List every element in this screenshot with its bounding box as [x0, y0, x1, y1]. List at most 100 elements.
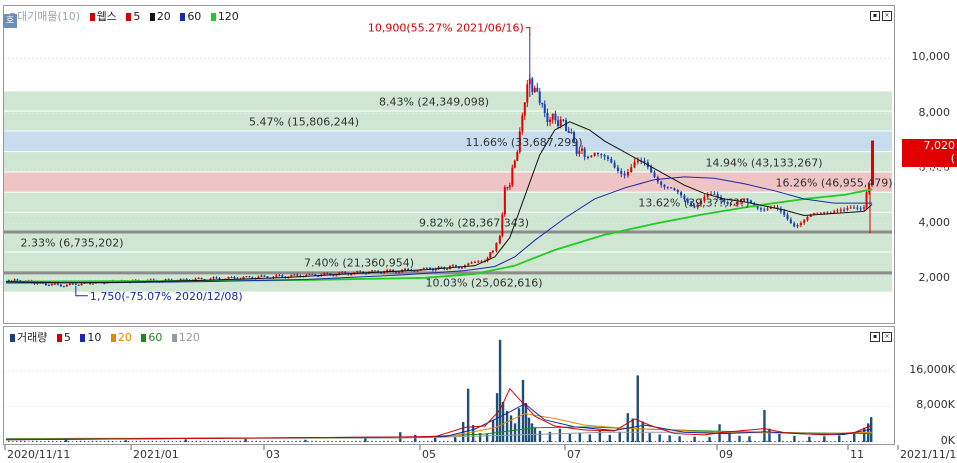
volume-bar [742, 441, 744, 442]
candle [59, 284, 62, 287]
candle [680, 192, 683, 196]
volume-bar [423, 441, 425, 442]
volume-bar [694, 440, 696, 442]
price-axis-label: 4,000 [918, 215, 951, 229]
candle [863, 207, 866, 209]
legend-ma20[interactable]: 20 [149, 10, 174, 23]
volume-bar [466, 388, 470, 442]
volume-bar [111, 440, 114, 442]
legend-ma120[interactable]: 120 [210, 10, 242, 23]
candle [567, 130, 570, 133]
close-pane-button[interactable]: × [882, 11, 892, 21]
volume-bar [474, 440, 477, 442]
legend-vol-ma120[interactable]: 120 [171, 331, 203, 344]
candle [513, 160, 516, 168]
candle [865, 192, 868, 208]
volume-bar [450, 441, 453, 442]
candle [68, 283, 71, 286]
candle [416, 270, 419, 272]
volume-bar [491, 419, 495, 442]
legend-supply-zones[interactable]: 대기매물(10) [10, 10, 83, 23]
volume-bar [191, 441, 194, 442]
minimize-volume-pane-button[interactable]: ▪ [870, 332, 880, 342]
candle [489, 252, 492, 258]
close-volume-pane-button[interactable]: × [882, 332, 892, 342]
volume-bar [403, 440, 405, 442]
supply-band-label: 9.82% (28,367,343) [419, 217, 529, 230]
volume-bar [343, 440, 345, 442]
legend-ma60[interactable]: 60 [180, 10, 204, 23]
candle [623, 173, 626, 176]
candle [663, 184, 666, 187]
volume-bar [187, 441, 190, 442]
volume-bar [630, 440, 633, 442]
volume-bar [514, 440, 517, 442]
volume-bar [427, 440, 429, 442]
candle [823, 212, 826, 214]
volume-bar [622, 440, 625, 442]
volume-bar [470, 440, 473, 442]
supply-band-label: 10.03% (25,062,616) [425, 277, 542, 290]
supply-band [4, 172, 892, 192]
legend-vol-ma60[interactable]: 60 [141, 331, 165, 344]
volume-bar [119, 440, 122, 442]
volume-bar [431, 440, 433, 442]
volume-bar [754, 440, 756, 442]
volume-bar [235, 441, 237, 442]
candle [816, 212, 819, 214]
volume-bar [379, 441, 381, 442]
candle [531, 78, 534, 93]
legend-symbol[interactable]: 웹스 [89, 10, 120, 23]
candle [653, 172, 656, 178]
volume-bar [231, 441, 233, 442]
volume-bar [602, 440, 605, 442]
volume-bar [866, 440, 868, 442]
legend-volume[interactable]: 거래량 [10, 331, 50, 344]
candle [562, 119, 565, 121]
price-axis-label: 2,000 [918, 270, 951, 284]
volume-bar [682, 441, 684, 442]
legend-vol-ma5[interactable]: 5 [56, 331, 74, 344]
low-annotation: 1,750(-75.07% 2020/12/08) [90, 290, 243, 303]
candle [521, 115, 524, 132]
volume-bar [335, 441, 337, 442]
legend-vol-ma20[interactable]: 20 [110, 331, 135, 344]
volume-bar [638, 441, 641, 442]
volume-bar [778, 440, 780, 442]
candle [218, 277, 221, 280]
volume-bar [107, 440, 110, 442]
chart-menu-badge[interactable]: 호 [3, 14, 17, 28]
volume-bar [562, 440, 565, 442]
volume-bar [678, 440, 680, 442]
volume-bar [263, 441, 265, 442]
volume-bar [718, 440, 720, 442]
legend-ma5[interactable]: 5 [126, 10, 143, 23]
volume-axis-label: 16,000K [909, 362, 955, 376]
candle [839, 209, 842, 211]
candle [103, 283, 106, 285]
candle [91, 283, 94, 285]
legend-vol-ma10[interactable]: 10 [80, 331, 104, 344]
candle [44, 283, 47, 285]
volume-bar [59, 441, 62, 442]
volume-bar [359, 440, 361, 442]
candle [803, 220, 806, 223]
candle [793, 223, 796, 227]
volume-bar [494, 441, 497, 442]
volume-bar [738, 440, 740, 442]
minimize-pane-button[interactable]: ▪ [870, 11, 880, 21]
candle [506, 187, 509, 189]
candle [341, 272, 344, 274]
volume-bar [768, 428, 771, 442]
volume-bar [99, 441, 102, 442]
volume-bar [666, 440, 668, 442]
volume-bar [383, 440, 385, 442]
volume-bar [175, 441, 178, 442]
volume-bar [614, 441, 617, 442]
volume-bar [315, 440, 317, 442]
volume-bar [862, 441, 864, 442]
candle [650, 167, 653, 173]
candle [53, 283, 56, 285]
volume-bar [610, 441, 613, 442]
volume-bar [123, 440, 126, 442]
